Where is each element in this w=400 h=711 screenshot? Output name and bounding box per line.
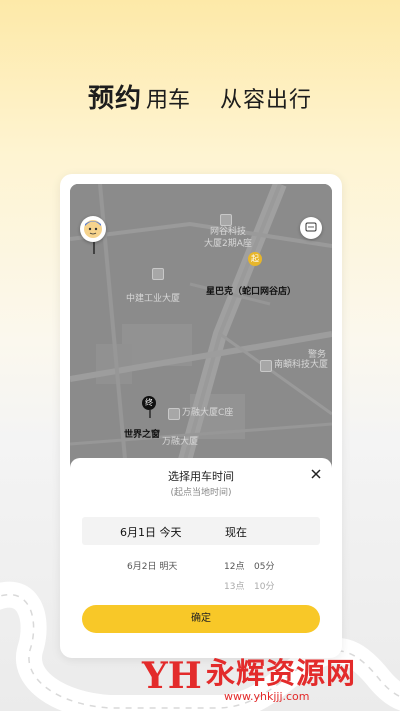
picker-minute-option[interactable]: 10分 [254, 579, 274, 592]
building-icon [260, 360, 272, 372]
watermark: YH 永辉资源网 www.yhkjjj.com [140, 652, 400, 708]
headline-bold: 预约 [87, 84, 142, 114]
chat-icon[interactable] [300, 217, 322, 239]
map-label-starbucks: 星巴克（蛇口网谷店） [206, 287, 297, 297]
map-label-wanrong: 万融大厦 [162, 437, 199, 447]
map-label-cscec: 中建工业大厦 [126, 294, 181, 304]
sheet-subtitle: (起点当地时间) [170, 488, 232, 498]
map-label-nanjian: 南頔科技大厦 [274, 360, 329, 370]
confirm-button[interactable]: 确定 [82, 605, 320, 633]
watermark-url: www.yhkjjj.com [224, 690, 310, 703]
end-marker: 终 [142, 396, 156, 410]
picker-hour-option[interactable]: 12点 [224, 559, 244, 572]
map-label-wanrong-c: 万融大厦C座 [182, 408, 234, 418]
building-icon [152, 268, 164, 280]
picker-date-option[interactable]: 6月2日 明天 [127, 559, 177, 572]
time-picker-sheet: 选择用车时间 (起点当地时间) 6月1日 今天 现在 6月2日 明天 12点 0… [70, 458, 332, 648]
building-icon [220, 214, 232, 226]
avatar[interactable] [80, 216, 106, 242]
start-marker: 起 [248, 252, 262, 266]
close-icon[interactable] [308, 466, 324, 482]
picker-date-selected[interactable]: 6月1日 今天 [120, 524, 182, 540]
picker-minute-option[interactable]: 05分 [254, 559, 274, 572]
picker-hour-option[interactable]: 13点 [224, 579, 244, 592]
sheet-title: 选择用车时间 [168, 470, 234, 483]
headline-normal: 用车 [145, 88, 190, 113]
watermark-brand: 永辉资源网 [206, 656, 357, 690]
headline-slogan: 从容出行 [220, 88, 313, 113]
map-label-window: 世界之窗 [124, 430, 161, 440]
picker-selection-band [82, 517, 320, 545]
headline: 预约 用车 从容出行 [0, 78, 400, 115]
watermark-logo: YH [142, 655, 202, 697]
map-label-building-1: 网谷科技 大厦2期A座 [204, 227, 252, 249]
building-icon [168, 408, 180, 420]
picker-time-selected[interactable]: 现在 [225, 524, 247, 540]
